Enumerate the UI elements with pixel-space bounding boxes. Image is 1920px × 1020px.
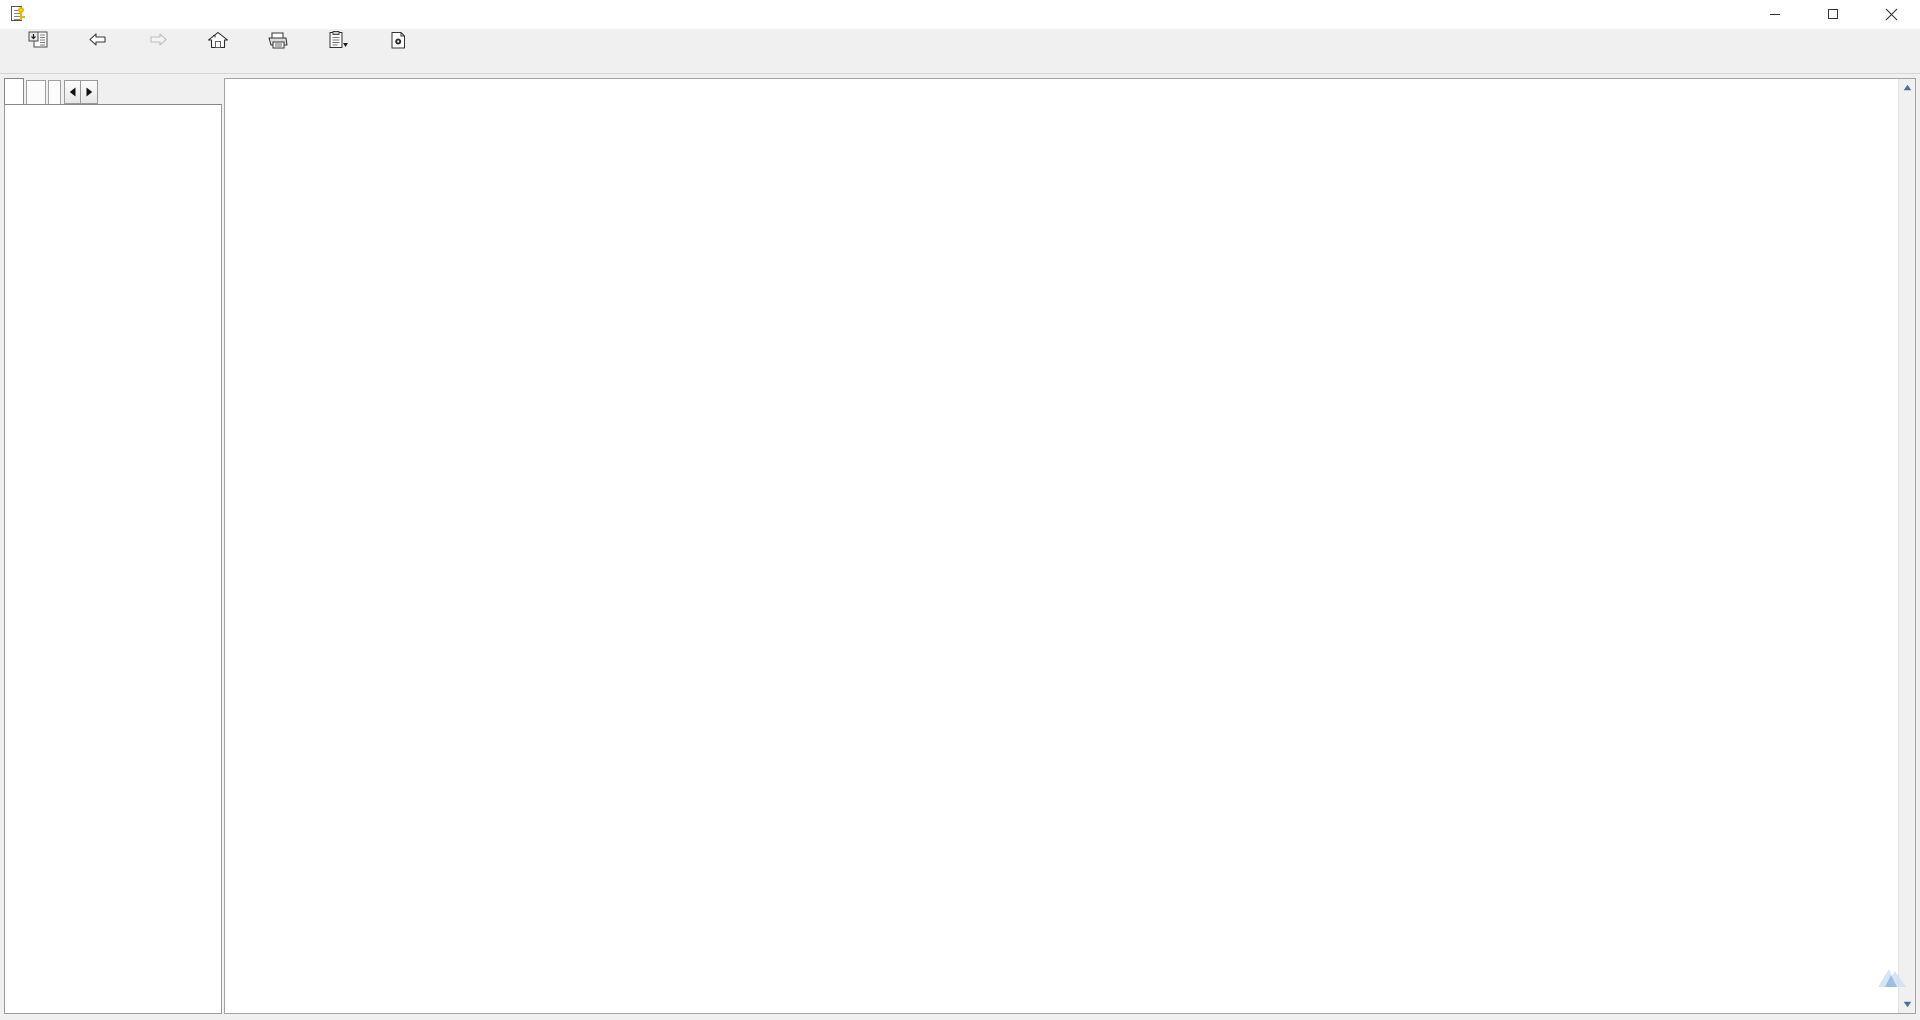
navigation-pane [0,74,222,1020]
code-view [225,79,1898,1013]
toolbar-button-about[interactable] [368,29,428,74]
content-vertical-scrollbar[interactable] [1898,79,1915,1013]
left-triangle-icon [69,87,75,97]
forward-arrow-icon [147,30,169,50]
printer-icon [267,30,289,50]
scroll-down-button[interactable] [1899,996,1916,1013]
topic-frame [224,78,1916,1014]
minimize-icon [1770,14,1780,15]
toolbar-button-home[interactable] [188,29,248,74]
tab-contents[interactable] [4,78,24,105]
toolbar-button-print[interactable] [248,29,308,74]
title-bar [0,0,1920,29]
close-icon [1885,8,1897,20]
toolbar-button-options[interactable] [308,29,368,74]
content-pane [222,74,1920,1020]
close-button[interactable] [1862,0,1920,29]
home-icon [207,30,229,50]
tab-search[interactable] [48,80,61,105]
about-icon [388,30,408,50]
toolbar [0,29,1920,74]
nav-tab-strip [4,78,222,105]
toolbar-button-hide[interactable] [8,29,68,74]
tab-scroll-left-button[interactable] [64,80,81,104]
options-icon [327,30,349,50]
easy-chm-window [0,0,1920,1020]
scroll-down-arrow-icon [1903,1001,1911,1008]
toolbar-button-forward[interactable] [128,29,188,74]
window-controls [1746,0,1920,29]
contents-tree-panel[interactable] [4,104,222,1014]
minimize-button[interactable] [1746,0,1804,29]
csdn-logo-icon [1878,969,1906,987]
maximize-button[interactable] [1804,0,1862,29]
tree-left-gutter [6,106,11,1012]
main-body [0,74,1920,1020]
chm-key-icon [9,6,25,22]
scroll-up-arrow-icon [1903,84,1911,91]
scroll-up-button[interactable] [1899,79,1916,96]
toolbar-button-back[interactable] [68,29,128,74]
tab-scroll-right-button[interactable] [81,80,98,104]
back-arrow-icon [87,30,109,50]
tab-index[interactable] [26,80,46,105]
maximize-icon [1828,9,1838,19]
hide-pane-icon [28,30,48,50]
tab-scroll-buttons [64,80,98,104]
right-triangle-icon [86,87,93,97]
